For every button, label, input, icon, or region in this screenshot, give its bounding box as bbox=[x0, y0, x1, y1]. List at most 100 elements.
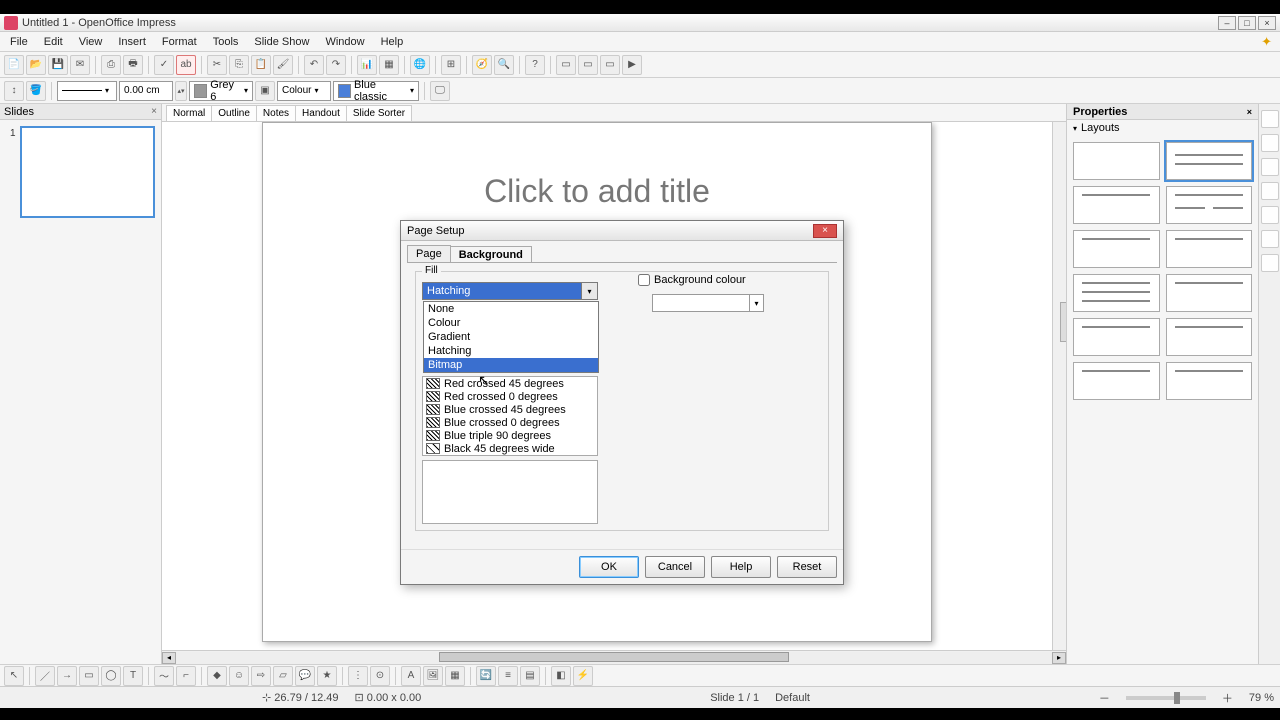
slides-panel-close-icon[interactable]: × bbox=[151, 106, 157, 117]
dialog-tab-background[interactable]: Background bbox=[450, 246, 532, 263]
stars-icon[interactable]: ★ bbox=[317, 666, 337, 686]
print-icon[interactable]: 🖶 bbox=[123, 55, 143, 75]
ok-button[interactable]: OK bbox=[579, 556, 639, 578]
design-icon[interactable]: ▭ bbox=[600, 55, 620, 75]
fill-mode-dropdown[interactable]: Colour bbox=[277, 81, 331, 101]
spellcheck-icon[interactable]: ✓ bbox=[154, 55, 174, 75]
copy-icon[interactable]: ⎘ bbox=[229, 55, 249, 75]
layout-10[interactable] bbox=[1166, 318, 1253, 356]
title-placeholder[interactable]: Click to add title bbox=[484, 173, 710, 210]
menu-window[interactable]: Window bbox=[317, 34, 372, 50]
layout-4[interactable] bbox=[1166, 186, 1253, 224]
cancel-button[interactable]: Cancel bbox=[645, 556, 705, 578]
update-star-icon[interactable]: ✦ bbox=[1261, 34, 1272, 50]
layout-5[interactable] bbox=[1073, 230, 1160, 268]
text-tool-icon[interactable]: T bbox=[123, 666, 143, 686]
interaction-icon[interactable]: ⚡ bbox=[573, 666, 593, 686]
rect-tool-icon[interactable]: ▭ bbox=[79, 666, 99, 686]
menu-file[interactable]: File bbox=[2, 34, 36, 50]
status-style[interactable]: Default bbox=[775, 692, 810, 704]
canvas-resize-handle[interactable] bbox=[1060, 302, 1066, 342]
minimize-button[interactable]: – bbox=[1218, 16, 1236, 30]
background-colour-checkbox[interactable] bbox=[638, 274, 650, 286]
zoom-out-icon[interactable]: － bbox=[1099, 690, 1110, 706]
menu-slideshow[interactable]: Slide Show bbox=[246, 34, 317, 50]
shapes-icon[interactable]: ◆ bbox=[207, 666, 227, 686]
pattern-list[interactable]: Red crossed 45 degrees Red crossed 0 deg… bbox=[422, 376, 598, 456]
option-bitmap[interactable]: Bitmap bbox=[424, 358, 598, 372]
connector-tool-icon[interactable]: ⌐ bbox=[176, 666, 196, 686]
menu-view[interactable]: View bbox=[71, 34, 111, 50]
zoom-value[interactable]: 79 % bbox=[1249, 692, 1274, 704]
email-icon[interactable]: ✉ bbox=[70, 55, 90, 75]
line-style-dropdown[interactable] bbox=[57, 81, 117, 101]
pdf-icon[interactable]: ⎙ bbox=[101, 55, 121, 75]
points-icon[interactable]: ⋮ bbox=[348, 666, 368, 686]
tab-handout[interactable]: Handout bbox=[295, 105, 347, 121]
background-colour-dropdown[interactable]: ▾ bbox=[652, 294, 764, 312]
close-button[interactable]: × bbox=[1258, 16, 1276, 30]
option-hatching[interactable]: Hatching bbox=[424, 344, 598, 358]
paint-icon[interactable]: 🪣 bbox=[26, 81, 46, 101]
zoom-slider[interactable] bbox=[1126, 696, 1206, 700]
grid-icon[interactable]: ⊞ bbox=[441, 55, 461, 75]
layout-11[interactable] bbox=[1073, 362, 1160, 400]
rotate-icon[interactable]: 🔄 bbox=[476, 666, 496, 686]
start-icon[interactable]: ▶ bbox=[622, 55, 642, 75]
gallery2-icon[interactable]: ▦ bbox=[445, 666, 465, 686]
layout-blank[interactable] bbox=[1073, 142, 1160, 180]
layout-8[interactable] bbox=[1166, 274, 1253, 312]
autospell-icon[interactable]: ab bbox=[176, 55, 196, 75]
fontwork-icon[interactable]: A bbox=[401, 666, 421, 686]
menu-edit[interactable]: Edit bbox=[36, 34, 71, 50]
ellipse-tool-icon[interactable]: ◯ bbox=[101, 666, 121, 686]
new-icon[interactable]: 📄 bbox=[4, 55, 24, 75]
chevron-down-icon[interactable]: ▾ bbox=[581, 283, 597, 299]
arrows-icon[interactable]: ⇨ bbox=[251, 666, 271, 686]
vertical-scrollbar[interactable] bbox=[1052, 122, 1066, 650]
option-colour[interactable]: Colour bbox=[424, 316, 598, 330]
select-tool-icon[interactable]: ↖ bbox=[4, 666, 24, 686]
tab-notes[interactable]: Notes bbox=[256, 105, 296, 121]
arrow-tool-icon[interactable]: → bbox=[57, 666, 77, 686]
zoom-in-icon[interactable]: ＋ bbox=[1222, 690, 1233, 706]
tab-slidesorter[interactable]: Slide Sorter bbox=[346, 105, 412, 121]
callout-icon[interactable]: 💬 bbox=[295, 666, 315, 686]
slide-thumbnail-1[interactable]: 1 bbox=[20, 126, 155, 218]
navigator-icon[interactable]: 🧭 bbox=[472, 55, 492, 75]
layout-12[interactable] bbox=[1166, 362, 1253, 400]
spinner-icon[interactable]: ▴▾ bbox=[175, 81, 187, 101]
flowchart-icon[interactable]: ▱ bbox=[273, 666, 293, 686]
cut-icon[interactable]: ✂ bbox=[207, 55, 227, 75]
dialog-close-icon[interactable]: × bbox=[813, 224, 837, 238]
open-icon[interactable]: 📂 bbox=[26, 55, 46, 75]
zoom-icon[interactable]: 🔍 bbox=[494, 55, 514, 75]
menu-insert[interactable]: Insert bbox=[110, 34, 154, 50]
layouts-section-header[interactable]: Layouts bbox=[1067, 120, 1258, 136]
arrange-icon[interactable]: ▤ bbox=[520, 666, 540, 686]
glue-icon[interactable]: ⊙ bbox=[370, 666, 390, 686]
display-icon[interactable]: 🖵 bbox=[430, 81, 450, 101]
layout-6[interactable] bbox=[1166, 230, 1253, 268]
table-icon[interactable]: ▦ bbox=[379, 55, 399, 75]
layout-title[interactable] bbox=[1166, 142, 1253, 180]
curve-tool-icon[interactable]: ～ bbox=[154, 666, 174, 686]
tab-outline[interactable]: Outline bbox=[211, 105, 257, 121]
sidebar-gallery-icon[interactable] bbox=[1261, 206, 1279, 224]
chart-icon[interactable]: 📊 bbox=[357, 55, 377, 75]
dialog-tab-page[interactable]: Page bbox=[407, 245, 451, 262]
fromfile-icon[interactable]: 🖼 bbox=[423, 666, 443, 686]
undo-icon[interactable]: ↶ bbox=[304, 55, 324, 75]
help-button[interactable]: Help bbox=[711, 556, 771, 578]
maximize-button[interactable]: □ bbox=[1238, 16, 1256, 30]
line-color-dropdown[interactable]: Grey 6 bbox=[189, 81, 253, 101]
align-icon[interactable]: ≡ bbox=[498, 666, 518, 686]
slide-icon[interactable]: ▭ bbox=[556, 55, 576, 75]
save-icon[interactable]: 💾 bbox=[48, 55, 68, 75]
sidebar-transition-icon[interactable] bbox=[1261, 182, 1279, 200]
sidebar-master-icon[interactable] bbox=[1261, 134, 1279, 152]
sidebar-properties-icon[interactable] bbox=[1261, 110, 1279, 128]
line-width-input[interactable]: 0.00 cm bbox=[119, 81, 173, 101]
sidebar-animation-icon[interactable] bbox=[1261, 158, 1279, 176]
shadow-icon[interactable]: ▣ bbox=[255, 81, 275, 101]
